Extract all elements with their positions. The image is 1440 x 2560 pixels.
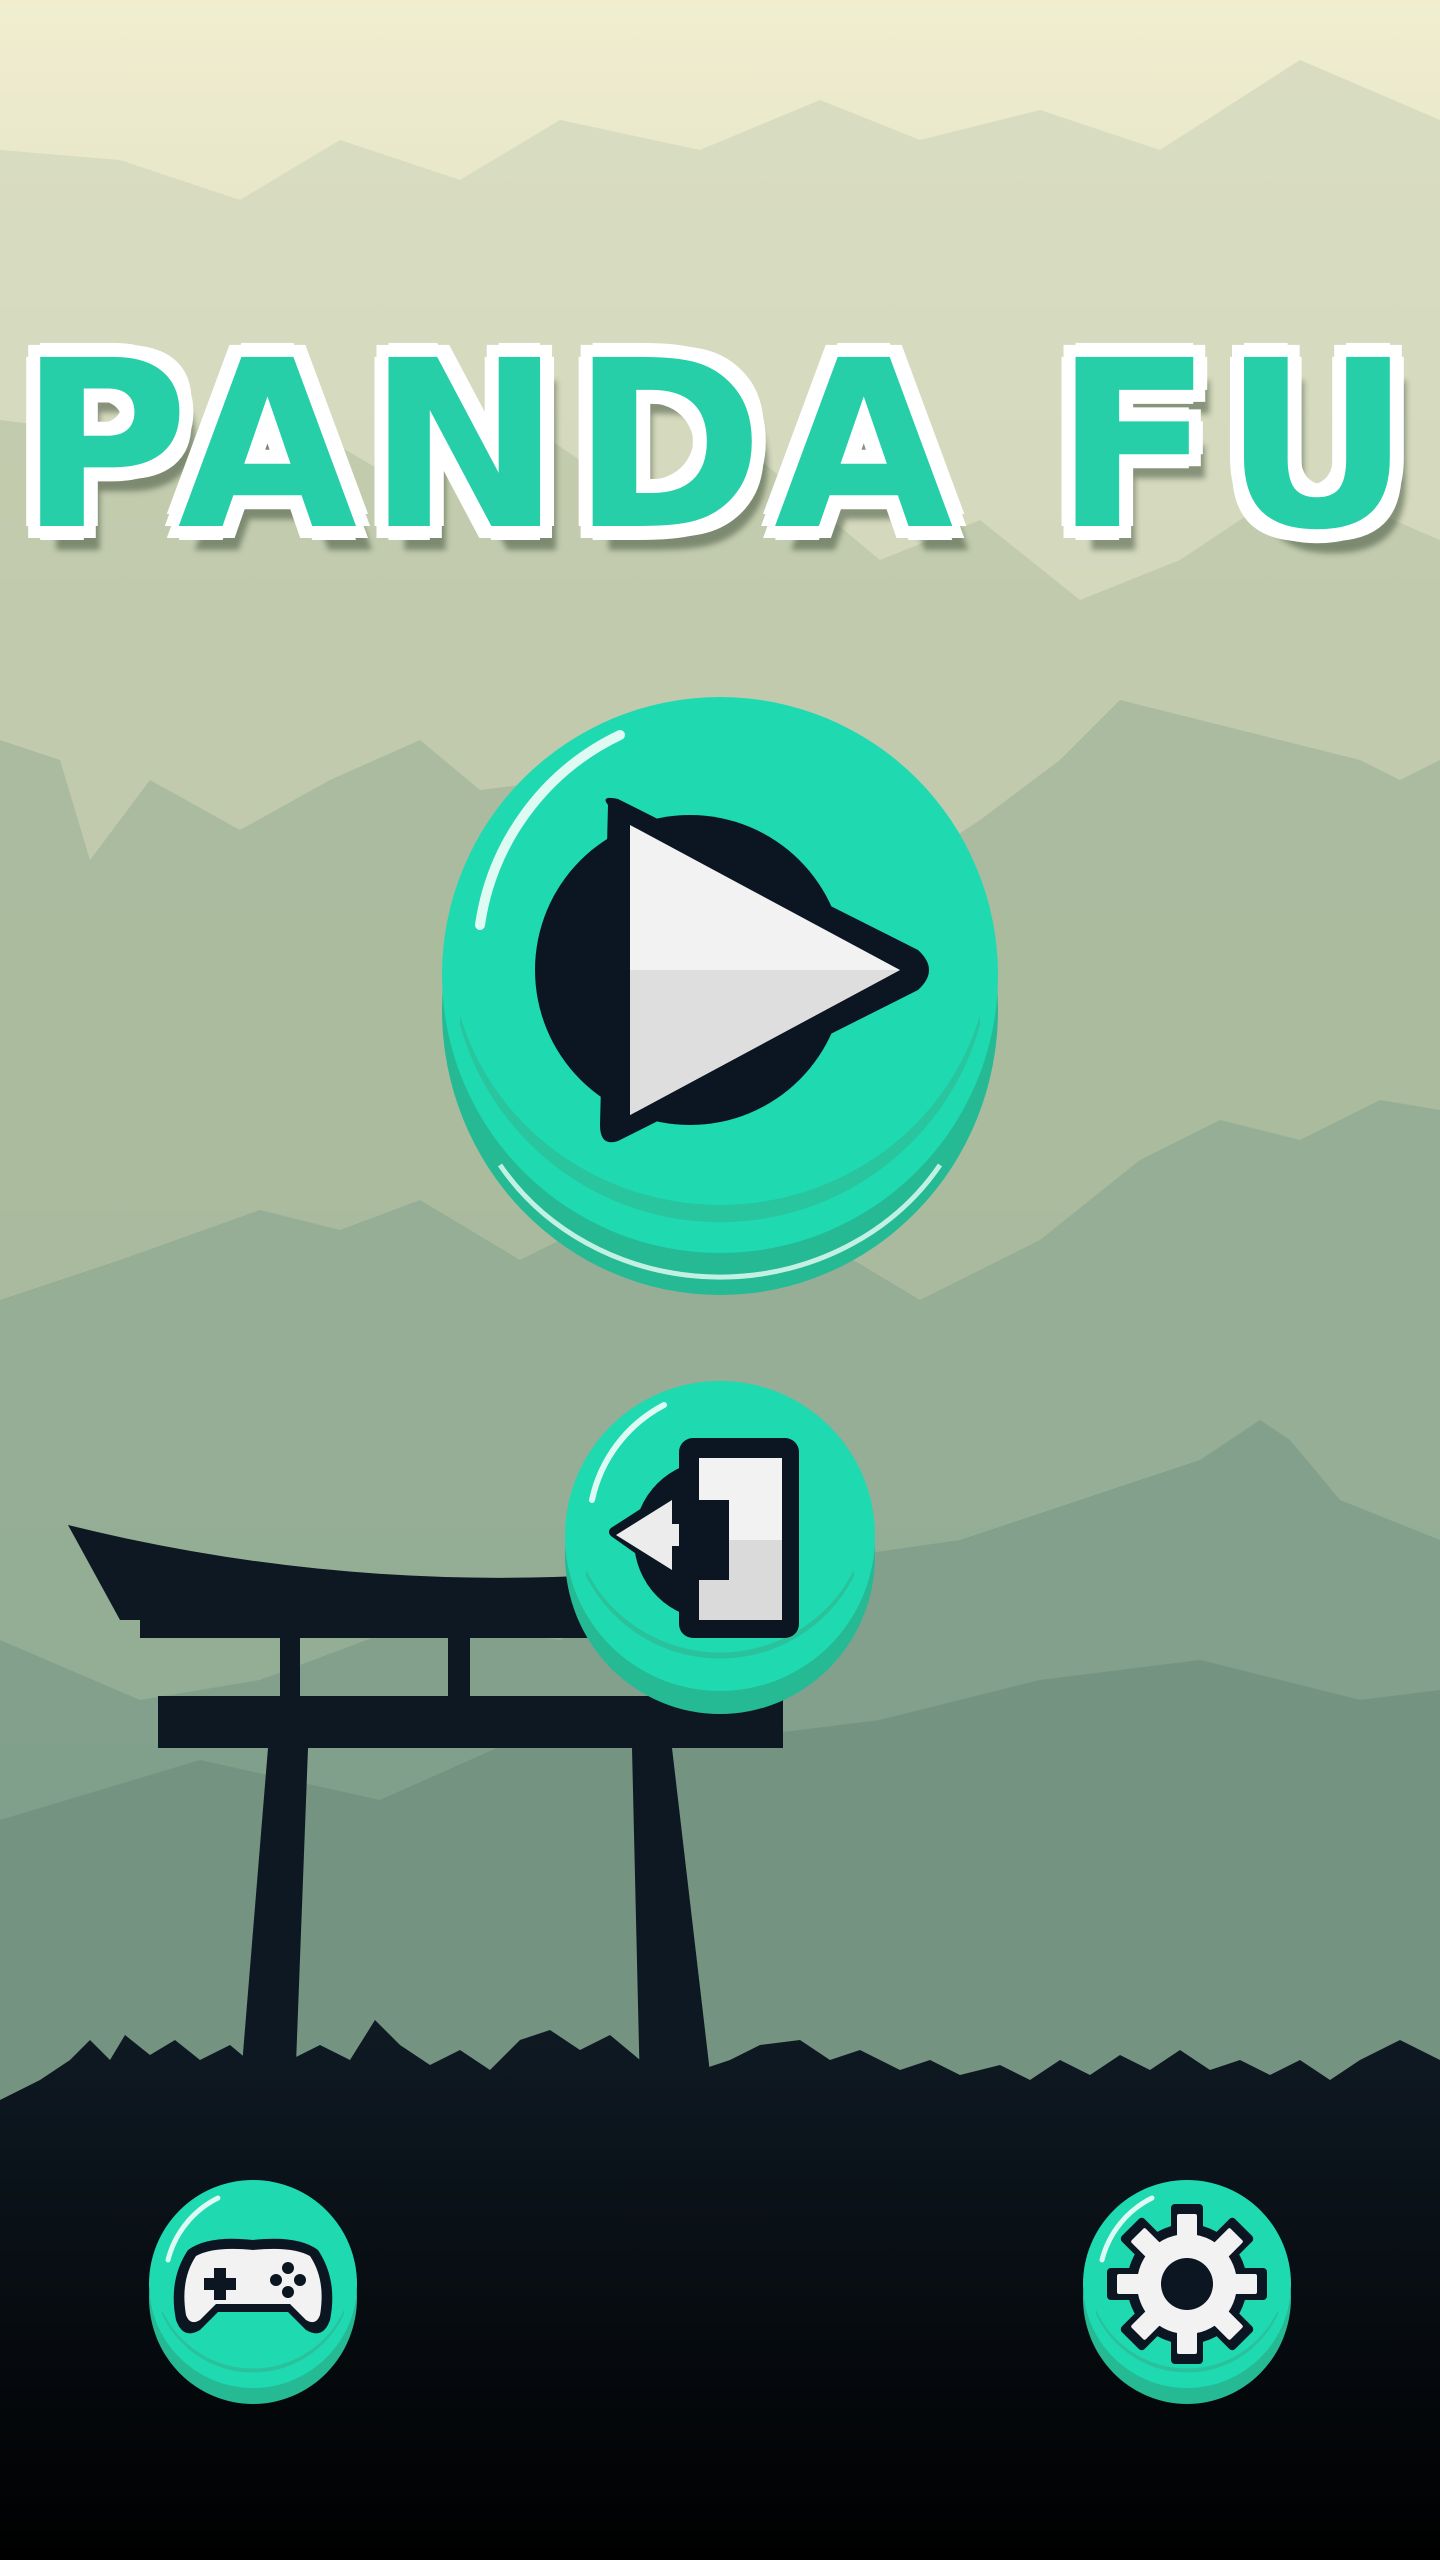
- game-title: PANDA FU: [18, 311, 1422, 581]
- gamepad-button[interactable]: [148, 2180, 358, 2405]
- main-menu-screen: PANDA FU: [0, 0, 1440, 2560]
- gear-icon: [1107, 2204, 1267, 2364]
- settings-button[interactable]: [1082, 2180, 1292, 2405]
- exit-button[interactable]: [564, 1380, 876, 1715]
- play-button[interactable]: [440, 695, 1000, 1300]
